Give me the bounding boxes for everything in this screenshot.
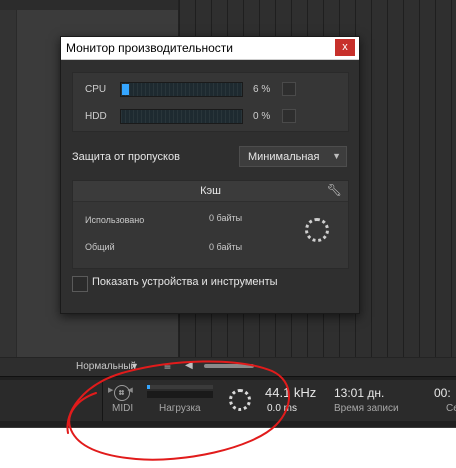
list-icon[interactable]: ≡ xyxy=(164,359,171,373)
chevron-down-icon: ▼ xyxy=(332,151,341,161)
track-list-stripe xyxy=(0,0,17,357)
cache-total-value: 0 байты xyxy=(209,242,243,252)
midi-icon[interactable] xyxy=(114,385,130,401)
hdd-meter xyxy=(120,109,243,124)
cache-title: Кэш xyxy=(200,185,221,197)
load-label: Нагрузка xyxy=(159,403,201,414)
cache-used-value: 0 байты xyxy=(209,213,243,223)
dialog-titlebar[interactable]: Монитор производительности x xyxy=(61,37,359,60)
cache-panel: Кэш 🔧︎ Использовано 0 байты Общий 0 байт… xyxy=(72,180,349,269)
hdd-value: 0 % xyxy=(253,111,271,122)
show-devices-label[interactable]: Показать устройства и инструменты xyxy=(92,276,278,288)
performance-monitor-dialog: Монитор производительности x CPU 6 % HDD… xyxy=(60,36,360,314)
time-display-label: Се xyxy=(446,403,456,414)
chevron-down-icon[interactable]: ▼ xyxy=(130,361,139,371)
cache-used-label: Использовано xyxy=(85,215,145,225)
dropout-protection-select[interactable]: Минимальная ▼ xyxy=(239,146,347,167)
cpu-meter-fill xyxy=(122,84,129,95)
cpu-value: 6 % xyxy=(253,84,271,95)
record-time-label: Время записи xyxy=(334,403,399,414)
cpu-meter xyxy=(120,82,243,97)
transport-left-area xyxy=(0,380,102,421)
load-meter-fill xyxy=(147,385,150,389)
dropout-protection-value: Минимальная xyxy=(248,151,320,163)
meter-panel: CPU 6 % HDD 0 % xyxy=(72,72,349,132)
hdd-label: HDD xyxy=(85,111,107,122)
show-devices-checkbox[interactable] xyxy=(72,276,88,292)
cpu-label: CPU xyxy=(85,84,107,95)
dropout-protection-label: Защита от пропусков xyxy=(72,151,180,163)
cpu-clip-indicator[interactable] xyxy=(282,82,296,96)
scroll-left-icon[interactable]: ◀ xyxy=(185,360,193,371)
load-meter[interactable] xyxy=(147,385,213,389)
close-button[interactable]: x xyxy=(335,39,355,56)
dialog-title: Монитор производительности xyxy=(66,41,233,55)
midi-label: MIDI xyxy=(112,403,134,414)
activity-spinner-icon xyxy=(229,389,251,411)
time-display[interactable]: 00: xyxy=(434,386,451,400)
horizontal-scrollbar[interactable] xyxy=(204,364,254,368)
cache-total-label: Общий xyxy=(85,242,115,252)
cache-header: Кэш 🔧︎ xyxy=(73,181,348,202)
hdd-clip-indicator[interactable] xyxy=(282,109,296,123)
arrange-control-bar: Нормальный ▼ ≡ ◀ xyxy=(0,357,456,377)
wrench-icon[interactable]: 🔧︎ xyxy=(327,183,342,197)
load-meter-track xyxy=(147,391,213,398)
cache-spinner-icon xyxy=(305,218,329,242)
latency: 0.0 ms xyxy=(267,403,298,414)
sample-rate[interactable]: 44.1 kHz xyxy=(265,385,316,400)
dialog-body: CPU 6 % HDD 0 % Защита от пропусков Мини… xyxy=(61,60,359,313)
record-time[interactable]: 13:01 дн. xyxy=(334,386,384,400)
mode-select[interactable]: Нормальный xyxy=(76,361,136,372)
